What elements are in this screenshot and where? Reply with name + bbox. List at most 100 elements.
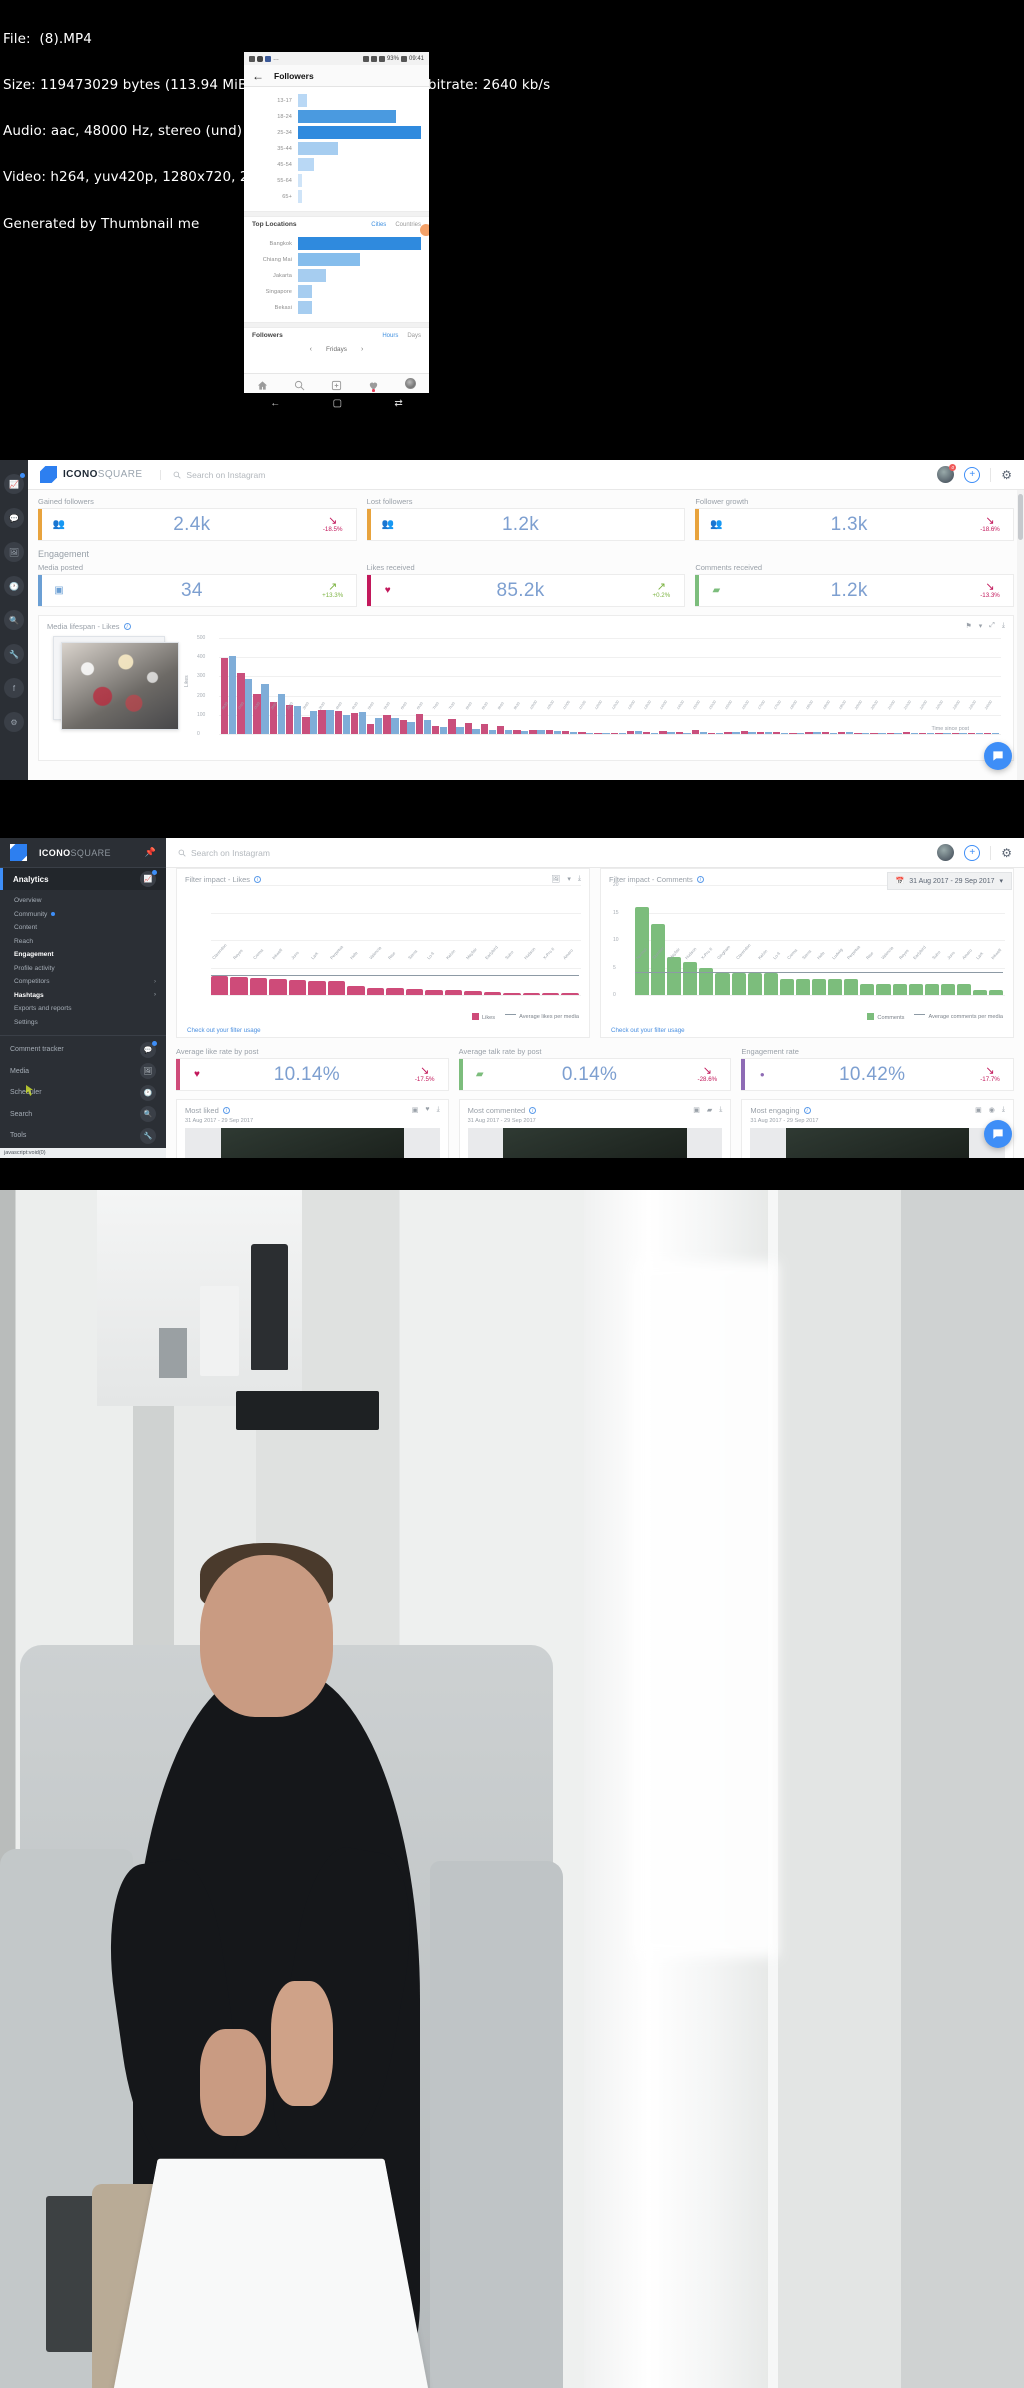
system-home-icon[interactable]: ▢ — [333, 398, 342, 409]
download-icon[interactable]: ⤓ — [1002, 1106, 1005, 1114]
sidebar-group-scheduler[interactable]: Scheduler 🕐 — [0, 1082, 166, 1104]
tab-countries[interactable]: Countries — [395, 222, 421, 228]
download-icon[interactable]: ⤓ — [437, 1106, 440, 1114]
card-media-preview[interactable] — [750, 1128, 1006, 1158]
bar — [812, 978, 827, 995]
engagement-section-label: Engagement — [38, 549, 90, 559]
sidebar-item-competitors[interactable]: Competitors › — [0, 975, 166, 989]
image-icon[interactable]: 🖼 — [551, 875, 560, 883]
sidebar-group-tools[interactable]: Tools 🔧 — [0, 1125, 166, 1147]
engagement-icon[interactable]: ◉ — [989, 1106, 995, 1114]
chevron-right-icon: › — [154, 992, 156, 999]
home-icon[interactable] — [257, 378, 268, 390]
system-recents-icon[interactable]: ⇄ — [394, 398, 402, 409]
add-icon[interactable] — [331, 378, 342, 391]
heart-icon[interactable]: ♥ — [425, 1106, 429, 1114]
sidebar-item-profile-activity[interactable]: Profile activity — [0, 962, 166, 976]
chevron-down-icon[interactable]: ▾ — [979, 622, 983, 630]
gear-icon[interactable]: ⚙ — [990, 845, 1012, 860]
tab-days[interactable]: Days — [407, 333, 421, 339]
sidebar-group-search[interactable]: Search 🔍 — [0, 1104, 166, 1126]
rail-facebook-icon[interactable]: f — [4, 678, 24, 698]
kpi-card: 👥 1.2k — [366, 508, 686, 541]
search-bar[interactable]: Search on Instagram — [178, 848, 270, 858]
download-icon[interactable]: ⤓ — [1002, 622, 1005, 630]
download-icon[interactable]: ⤓ — [578, 875, 581, 883]
info-icon[interactable]: i — [529, 1107, 537, 1114]
sidebar-group-media[interactable]: Media 🖼 — [0, 1061, 166, 1083]
info-icon[interactable]: i — [123, 623, 131, 630]
rail-settings-icon[interactable]: ⚙ — [4, 712, 24, 732]
rail-badge — [20, 473, 25, 478]
sidebar-item-reach[interactable]: Reach — [0, 935, 166, 949]
card-media-preview[interactable] — [185, 1128, 440, 1158]
bar — [503, 992, 521, 995]
user-growth-icon: 👥 — [710, 519, 723, 530]
image-icon[interactable]: ▣ — [412, 1106, 419, 1114]
heart-icon[interactable] — [368, 378, 379, 392]
filter-usage-link[interactable]: Check out your filter usage — [187, 1027, 261, 1034]
y-tick-label: 400 — [197, 654, 206, 661]
rail-search-icon[interactable]: 🔍 — [4, 610, 24, 630]
bar — [634, 731, 643, 734]
chat-bubble-icon[interactable] — [984, 742, 1012, 770]
side-tab-indicator[interactable] — [420, 224, 429, 236]
chat-bubble-icon[interactable] — [984, 1120, 1012, 1148]
sidebar-item-settings[interactable]: Settings — [0, 1016, 166, 1030]
filter-usage-link-2[interactable]: Check out your filter usage — [611, 1027, 685, 1034]
sidebar-item-hashtags[interactable]: Hashtags › — [0, 989, 166, 1003]
tab-cities[interactable]: Cities — [371, 222, 386, 228]
profile-avatar[interactable] — [405, 378, 416, 389]
pager-prev-icon[interactable]: ‹ — [310, 346, 312, 353]
info-icon[interactable]: i — [803, 1107, 811, 1114]
kpi-card: ▰ 0.14% ↘ -28.6% — [458, 1058, 732, 1091]
sidebar-item-overview[interactable]: Overview — [0, 894, 166, 908]
rail-scheduler-icon[interactable]: 🕐 — [4, 576, 24, 596]
sidebar-item-community[interactable]: Community — [0, 908, 166, 922]
search-bar[interactable]: Search on Instagram — [160, 469, 265, 480]
info-icon[interactable]: i — [696, 876, 704, 883]
system-back-icon[interactable]: ← — [270, 398, 280, 409]
bar — [537, 729, 545, 734]
scrollbar-thumb[interactable] — [1018, 494, 1023, 540]
sidebar-group-comment-tracker[interactable]: Comment tracker 💬 — [0, 1039, 166, 1061]
comment-icon[interactable]: ▰ — [707, 1106, 712, 1114]
bar — [618, 733, 626, 734]
sidebar-item-content[interactable]: Content — [0, 921, 166, 935]
rail-tools-icon[interactable]: 🔧 — [4, 644, 24, 664]
rail-comment-icon[interactable]: 💬 — [4, 508, 24, 528]
add-account-button[interactable]: + — [964, 844, 981, 861]
tab-hours[interactable]: Hours — [382, 333, 398, 339]
card-media-preview[interactable] — [467, 1128, 723, 1158]
sidebar-groups: Comment tracker 💬 Media 🖼 Scheduler 🕐 Search 🔍 T… — [0, 1036, 166, 1158]
kpi-delta: ↘ -18.6% — [971, 516, 1013, 534]
image-icon[interactable]: ▣ — [693, 1106, 700, 1114]
page-scrollbar[interactable] — [1017, 490, 1024, 780]
back-icon[interactable]: ← — [252, 70, 264, 82]
pager-next-icon[interactable]: › — [361, 346, 363, 353]
sidebar-item-engagement[interactable]: Engagement — [0, 948, 166, 962]
flag-icon[interactable]: ⚑ — [965, 622, 971, 630]
user-avatar[interactable] — [937, 844, 955, 861]
kpi-card: ● 10.42% ↘ -17.7% — [741, 1058, 1015, 1091]
date-range-picker[interactable]: 📅 31 Aug 2017 - 29 Sep 2017 ▾ — [886, 872, 1012, 890]
sidebar-item-exports-and-reports[interactable]: Exports and reports — [0, 1002, 166, 1016]
y-tick-label: 0 — [613, 992, 616, 998]
download-icon[interactable]: ⤓ — [719, 1106, 722, 1114]
media-thumb-front[interactable] — [61, 642, 179, 730]
add-account-button[interactable]: + — [964, 466, 981, 483]
info-icon[interactable]: i — [222, 1107, 230, 1114]
image-icon[interactable]: ▣ — [975, 1106, 982, 1114]
share-icon[interactable]: ⤢ — [989, 622, 995, 630]
sidebar-item-analytics[interactable]: Analytics 📈 — [0, 868, 166, 890]
chevron-down-icon[interactable]: ▾ — [567, 875, 571, 883]
rail-analytics-icon[interactable]: 📈 — [4, 473, 25, 494]
user-avatar[interactable]: 0 — [937, 464, 957, 483]
bar-fill — [298, 110, 396, 123]
pin-icon[interactable]: 📌 — [145, 847, 156, 858]
info-icon[interactable]: i — [254, 876, 262, 883]
gear-icon[interactable]: ⚙ — [990, 467, 1012, 482]
rail-media-icon[interactable]: 🖼 — [4, 542, 24, 562]
picture-frame — [158, 1327, 188, 1379]
search-icon[interactable] — [294, 378, 305, 391]
